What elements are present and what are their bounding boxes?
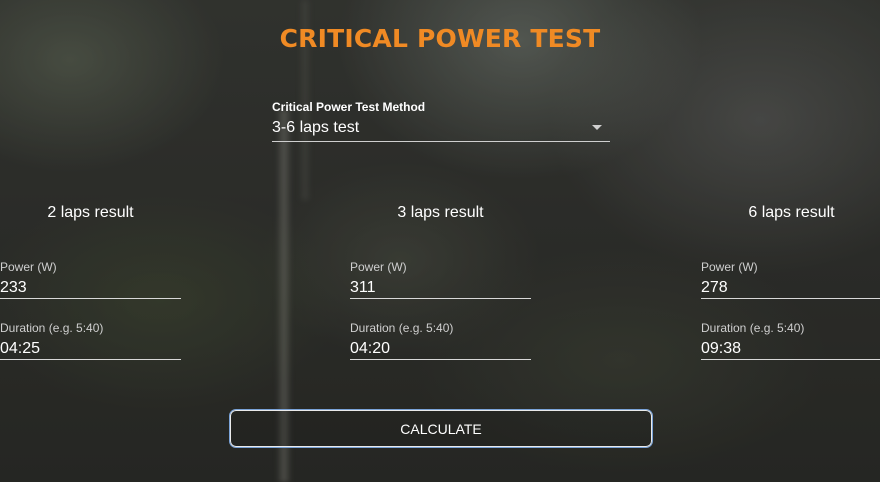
power-input[interactable]: 311 (350, 278, 531, 299)
duration-input[interactable]: 04:25 (0, 339, 181, 360)
power-field: Power (W) 278 (701, 260, 880, 299)
power-label: Power (W) (350, 260, 407, 274)
result-column-6-laps: 6 laps result Power (W) 278 Duration (e.… (701, 204, 880, 360)
method-select[interactable]: 3-6 laps test (272, 119, 610, 142)
power-field: Power (W) 233 (0, 260, 181, 299)
result-column-3-laps: 3 laps result Power (W) 311 Duration (e.… (350, 204, 531, 360)
power-label: Power (W) (701, 260, 758, 274)
power-label: Power (W) (0, 260, 57, 274)
duration-input[interactable]: 04:20 (350, 339, 531, 360)
calculate-button[interactable]: CALCULATE (229, 409, 653, 448)
chevron-down-icon[interactable] (592, 125, 602, 130)
page-title: CRITICAL POWER TEST (279, 24, 601, 53)
duration-label: Duration (e.g. 5:40) (350, 321, 454, 335)
result-column-2-laps: 2 laps result Power (W) 233 Duration (e.… (0, 204, 181, 360)
duration-label: Duration (e.g. 5:40) (701, 321, 805, 335)
power-field: Power (W) 311 (350, 260, 531, 299)
result-title: 6 laps result (748, 204, 835, 221)
result-title: 2 laps result (47, 204, 134, 221)
method-label: Critical Power Test Method (272, 100, 426, 114)
power-input[interactable]: 278 (701, 278, 880, 299)
duration-input[interactable]: 09:38 (701, 339, 880, 360)
method-dropdown-group: Critical Power Test Method 3-6 laps test (272, 100, 610, 142)
duration-label: Duration (e.g. 5:40) (0, 321, 104, 335)
duration-field: Duration (e.g. 5:40) 04:25 (0, 321, 181, 360)
result-title: 3 laps result (397, 204, 484, 221)
power-input[interactable]: 233 (0, 278, 181, 299)
duration-field: Duration (e.g. 5:40) 09:38 (701, 321, 880, 360)
method-selected-value: 3-6 laps test (272, 119, 360, 136)
duration-field: Duration (e.g. 5:40) 04:20 (350, 321, 531, 360)
